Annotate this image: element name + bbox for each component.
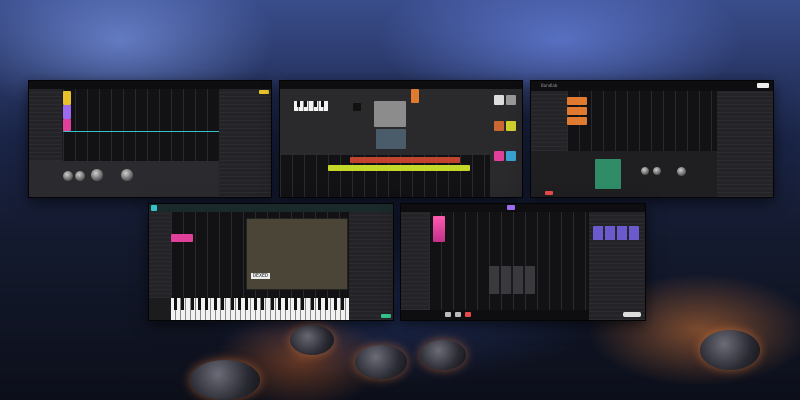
browser-thumb[interactable] xyxy=(494,95,504,105)
knob-icon[interactable] xyxy=(653,167,661,175)
audio-clip[interactable] xyxy=(567,117,587,125)
track-list[interactable] xyxy=(149,212,171,298)
audio-clip[interactable] xyxy=(567,97,587,105)
stop-button[interactable] xyxy=(455,312,461,317)
pad-grid[interactable] xyxy=(489,266,535,294)
bg-knob xyxy=(290,325,334,355)
title-bar: Bandlab xyxy=(531,81,773,91)
user-badge[interactable] xyxy=(507,205,515,210)
bg-knob xyxy=(190,360,260,400)
pattern-clip[interactable] xyxy=(350,157,460,163)
status-indicator xyxy=(381,314,391,318)
browser-chips[interactable] xyxy=(593,226,639,240)
clip[interactable] xyxy=(63,105,71,119)
knob-icon[interactable] xyxy=(677,167,686,176)
knob-icon[interactable] xyxy=(63,171,73,181)
record-button[interactable] xyxy=(545,191,553,195)
knob-icon[interactable] xyxy=(75,171,85,181)
account-button[interactable] xyxy=(757,83,769,88)
transport-bar xyxy=(401,310,589,320)
audio-clip[interactable] xyxy=(567,107,587,115)
knob-icon[interactable] xyxy=(641,167,649,175)
title-bar xyxy=(401,204,645,212)
browser-thumb[interactable] xyxy=(494,151,504,161)
daw-screenshot-5 xyxy=(400,203,646,321)
bg-knob xyxy=(420,340,466,370)
device-orange[interactable] xyxy=(411,89,419,103)
daw-screenshot-4: DEXED xyxy=(148,203,394,321)
bg-knob xyxy=(700,330,760,370)
track-list[interactable] xyxy=(29,89,62,161)
logo-icon xyxy=(151,205,157,211)
automation-curve[interactable] xyxy=(328,165,470,171)
clip[interactable] xyxy=(63,131,245,132)
synth-logo: DEXED xyxy=(251,273,271,279)
synth-plugin-window[interactable]: DEXED xyxy=(246,218,348,290)
loop-library[interactable] xyxy=(717,91,773,197)
title-bar xyxy=(280,81,522,89)
clip[interactable] xyxy=(63,119,71,131)
browser-panel[interactable] xyxy=(219,89,271,197)
device-module[interactable] xyxy=(353,103,361,111)
record-button[interactable] xyxy=(465,312,471,317)
browser-sidebar[interactable] xyxy=(490,89,522,197)
title-bar xyxy=(29,81,271,89)
daw-screenshot-1 xyxy=(28,80,272,198)
clip[interactable] xyxy=(63,91,71,105)
piano-keyboard[interactable] xyxy=(171,298,349,320)
daw-screenshot-3: Bandlab xyxy=(530,80,774,198)
share-button[interactable] xyxy=(623,312,641,317)
browser-thumb[interactable] xyxy=(506,121,516,131)
bg-knob xyxy=(355,345,407,379)
daw-screenshot-2 xyxy=(279,80,523,198)
effects-chain xyxy=(531,151,717,197)
plugin-browser[interactable] xyxy=(349,212,393,320)
effect-device[interactable] xyxy=(376,129,406,149)
knob-icon[interactable] xyxy=(121,169,133,181)
browser-thumb[interactable] xyxy=(506,151,516,161)
browser-thumb[interactable] xyxy=(506,95,516,105)
window-title: Bandlab xyxy=(541,83,558,88)
track-headers[interactable] xyxy=(531,91,567,151)
arrangement-grid[interactable] xyxy=(63,89,245,161)
effect-pedal[interactable] xyxy=(595,159,621,189)
play-button[interactable] xyxy=(445,312,451,317)
arrangement[interactable] xyxy=(429,212,589,310)
knob-icon[interactable] xyxy=(91,169,103,181)
browser-thumb[interactable] xyxy=(494,121,504,131)
pink-clip[interactable] xyxy=(433,216,445,242)
studio-background xyxy=(0,0,800,400)
title-bar xyxy=(149,204,393,212)
track-headers[interactable] xyxy=(401,212,429,310)
midi-clip[interactable] xyxy=(171,234,193,242)
browser-highlight xyxy=(259,90,269,94)
synth-device[interactable] xyxy=(374,101,406,127)
timeline[interactable] xyxy=(567,91,717,151)
keyboard-device[interactable] xyxy=(294,101,328,111)
